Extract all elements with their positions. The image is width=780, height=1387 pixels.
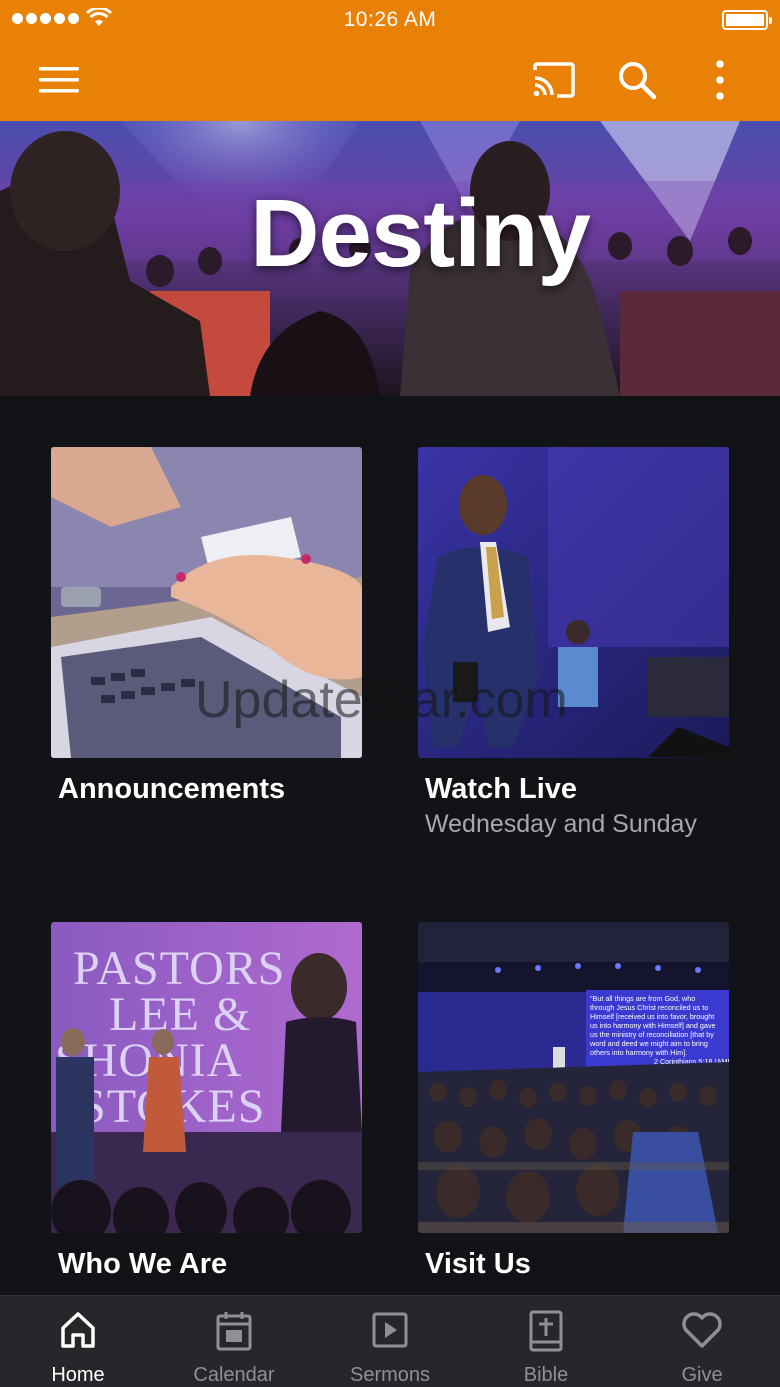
battery-icon (722, 10, 772, 30)
screen-text-line: word and deed we might aim to bring (589, 1039, 708, 1048)
cast-icon (533, 62, 575, 98)
status-bar: 10:26 AM (0, 0, 780, 40)
tile-who-we-are[interactable]: PASTORS LEE & SHONIA STOKES Who We Are (51, 922, 362, 1280)
tile-subtitle: Wednesday and Sunday (425, 810, 697, 838)
tile-title: Announcements (58, 773, 286, 805)
nav-item-calendar[interactable]: Calendar (156, 1296, 312, 1387)
who-we-are-image: PASTORS LEE & SHONIA STOKES (51, 922, 362, 1233)
app-bar (0, 40, 780, 121)
more-vertical-icon (716, 60, 724, 100)
more-options-button[interactable] (695, 56, 745, 104)
hero-title: Destiny (250, 180, 591, 287)
tile-title: Visit Us (425, 1248, 531, 1280)
play-square-icon (372, 1312, 408, 1348)
visit-us-image: "But all things are from God, who throug… (418, 922, 729, 1233)
heart-icon (682, 1312, 722, 1348)
search-button[interactable] (612, 56, 662, 104)
nav-label: Calendar (193, 1364, 275, 1386)
hero-banner: Destiny (0, 121, 780, 396)
tile-title: Who We Are (58, 1248, 228, 1280)
nav-item-sermons[interactable]: Sermons (312, 1296, 468, 1387)
nav-label: Bible (523, 1364, 569, 1386)
screen-text-line: us into harmony with Himself] and gave (590, 1021, 715, 1030)
nav-item-home[interactable]: Home (0, 1296, 156, 1387)
screen-text-line: through Jesus Christ reconciled us to (590, 1003, 708, 1012)
calendar-icon (216, 1312, 252, 1351)
cast-button[interactable] (529, 56, 579, 104)
home-icon (61, 1312, 95, 1348)
tile-visit-us[interactable]: "But all things are from God, who throug… (418, 922, 729, 1280)
nav-item-bible[interactable]: Bible (468, 1296, 624, 1387)
tile-title: Watch Live (425, 773, 578, 805)
nav-label: Sermons (349, 1364, 431, 1386)
bottom-nav: Home Calendar Sermons Bible Give (0, 1295, 780, 1387)
nav-label: Give (681, 1364, 723, 1386)
bible-icon (529, 1310, 563, 1352)
screen-text-line: Himself [received us into favor, brought (590, 1012, 714, 1021)
screen-text-line: us the ministry of reconciliation [that … (590, 1030, 714, 1039)
nav-item-give[interactable]: Give (624, 1296, 780, 1387)
hamburger-menu-icon (39, 67, 79, 93)
hamburger-menu-button[interactable] (34, 56, 84, 104)
nav-label: Home (51, 1364, 105, 1386)
screen-text-line: others into harmony with Him]. (590, 1048, 687, 1057)
search-icon (619, 62, 657, 100)
screen-text-line: "But all things are from God, who (590, 994, 695, 1003)
watermark: UpdateStar.com (195, 671, 568, 729)
status-time: 10:26 AM (343, 8, 437, 31)
